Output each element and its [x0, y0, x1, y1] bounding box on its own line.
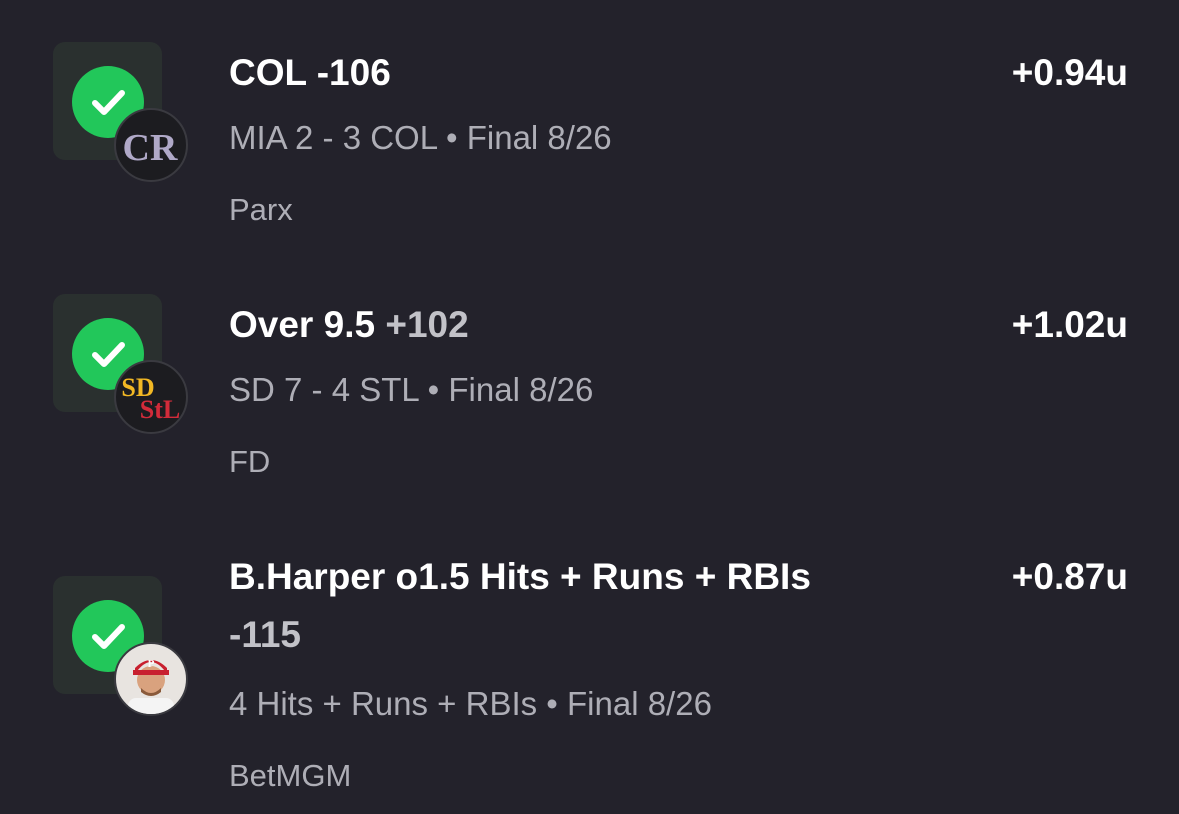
bet-card[interactable]: P B.Harper o1.5 Hits + Runs + RBIs -115 …: [0, 520, 1179, 814]
player-headshot-icon: P: [114, 642, 188, 716]
sportsbook-label: FD: [229, 444, 271, 479]
bet-title: Over 9.5 +102: [229, 296, 469, 354]
bet-selection: B.Harper o1.5 Hits + Runs + RBIs: [229, 556, 811, 597]
rockies-logo-icon: CR: [114, 108, 188, 182]
svg-text:StL: StL: [140, 395, 180, 424]
bet-title: B.Harper o1.5 Hits + Runs + RBIs: [229, 548, 811, 606]
bet-title: COL -106: [229, 44, 391, 102]
bet-result: MIA 2 - 3 COL • Final 8/26: [229, 119, 612, 156]
bet-odds: +102: [385, 304, 469, 345]
bet-odds: -115: [229, 614, 302, 655]
bet-card[interactable]: CR COL -106 +0.94u MIA 2 - 3 COL • Final…: [0, 0, 1179, 260]
bet-units: +0.94u: [1011, 52, 1128, 93]
sportsbook-label: Parx: [229, 192, 293, 227]
padres-cardinals-logo-icon: SD StL: [114, 360, 188, 434]
sportsbook-label: BetMGM: [229, 758, 352, 793]
bet-selection: Over 9.5: [229, 304, 376, 345]
bet-result: SD 7 - 4 STL • Final 8/26: [229, 371, 594, 408]
bet-units: +1.02u: [1011, 304, 1128, 345]
bet-units: +0.87u: [1011, 556, 1128, 597]
svg-text:CR: CR: [123, 127, 178, 169]
svg-text:P: P: [148, 658, 155, 670]
bet-selection: COL -106: [229, 52, 391, 93]
bet-result: 4 Hits + Runs + RBIs • Final 8/26: [229, 685, 712, 722]
bet-card[interactable]: SD StL Over 9.5 +102 +1.02u SD 7 - 4 STL…: [0, 260, 1179, 520]
